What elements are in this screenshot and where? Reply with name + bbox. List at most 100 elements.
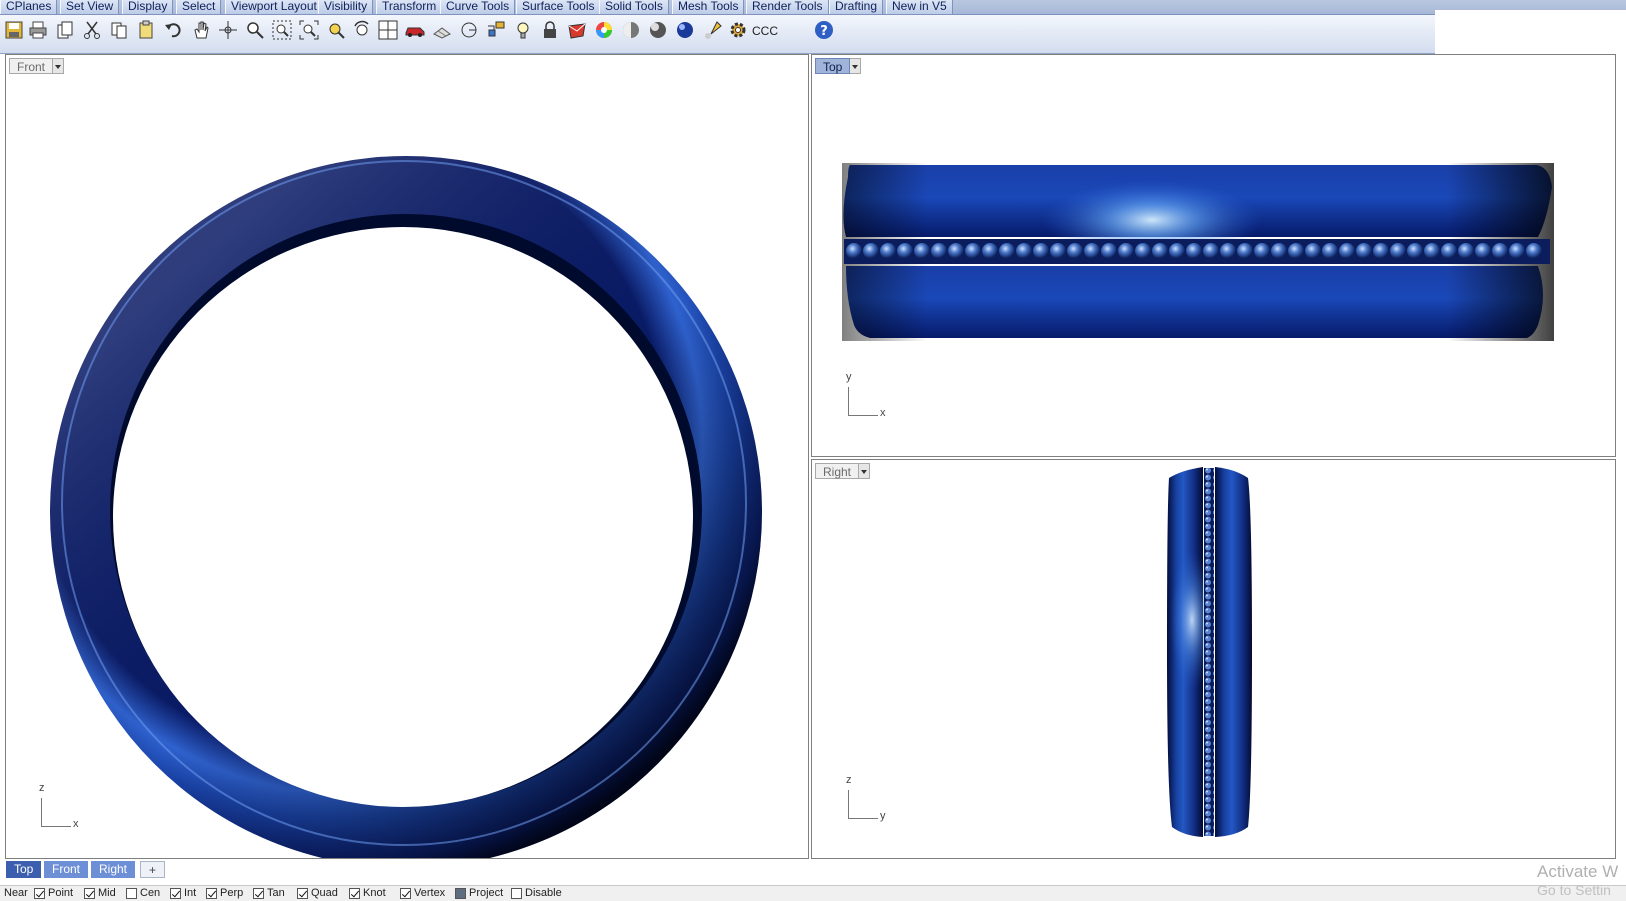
tab-mesh-tools[interactable]: Mesh Tools xyxy=(672,0,745,14)
osnap-quad[interactable]: Quad xyxy=(297,887,338,899)
grid-snap-icon[interactable] xyxy=(484,18,508,42)
viewport-tab-right[interactable]: Right xyxy=(91,861,136,878)
ribbon-tab-bar: CPlanes Set View Display Select Viewport… xyxy=(0,0,1626,15)
tab-transform[interactable]: Transform xyxy=(376,0,443,14)
osnap-tan[interactable]: Tan xyxy=(253,887,285,899)
osnap-tan-label: Tan xyxy=(267,887,285,899)
pan-hand-icon[interactable] xyxy=(189,18,213,42)
copy-icon[interactable] xyxy=(107,18,131,42)
tab-cplanes[interactable]: CPlanes xyxy=(0,0,58,14)
ring-top-view xyxy=(842,163,1554,341)
lock-icon[interactable] xyxy=(538,18,562,42)
osnap-disable[interactable]: Disable xyxy=(511,887,562,899)
osnap-knot[interactable]: Knot xyxy=(349,887,386,899)
rotate-view-icon[interactable] xyxy=(216,18,240,42)
tab-curve-tools[interactable]: Curve Tools xyxy=(440,0,516,14)
osnap-project[interactable]: Project xyxy=(455,887,503,899)
ring-right-view xyxy=(1167,467,1252,837)
spotlight-icon[interactable] xyxy=(701,18,725,42)
viewport-tab-front[interactable]: Front xyxy=(44,861,89,878)
mesh-render-icon[interactable] xyxy=(430,18,454,42)
axis-label-y: y xyxy=(880,810,886,822)
render-sphere-icon[interactable] xyxy=(673,18,697,42)
axis-label-x: x xyxy=(73,818,79,830)
car-icon[interactable] xyxy=(403,18,427,42)
osnap-perp-checkbox[interactable] xyxy=(206,887,217,899)
tab-visibility[interactable]: Visibility xyxy=(318,0,374,14)
tab-solid-tools[interactable]: Solid Tools xyxy=(599,0,669,14)
copy-doc-icon[interactable] xyxy=(53,18,77,42)
print-icon[interactable] xyxy=(26,18,50,42)
tab-display[interactable]: Display xyxy=(122,0,174,14)
save-icon[interactable] xyxy=(2,18,26,42)
osnap-cen[interactable]: Cen xyxy=(126,887,160,899)
tab-select[interactable]: Select xyxy=(176,0,222,14)
osnap-point-label: Point xyxy=(48,887,74,899)
zoom-window-icon[interactable] xyxy=(270,18,294,42)
axis-widget-top: y x xyxy=(846,371,886,419)
zoom-selected-icon[interactable] xyxy=(324,18,348,42)
undo-view-icon[interactable] xyxy=(350,18,374,42)
tab-new-in-v5[interactable]: New in V5 xyxy=(886,0,953,14)
osnap-mid-label: Mid xyxy=(98,887,116,899)
undo-icon[interactable] xyxy=(162,18,186,42)
osnap-cen-label: Cen xyxy=(140,887,161,899)
axis-widget-front: z x xyxy=(39,782,79,830)
tab-set-view[interactable]: Set View xyxy=(60,0,120,14)
viewport-right[interactable]: Right z y xyxy=(811,459,1616,859)
four-viewports-icon[interactable] xyxy=(376,18,400,42)
activation-watermark-sub: Go to Settin xyxy=(1537,882,1611,898)
ghosted-icon[interactable] xyxy=(646,18,670,42)
paste-icon[interactable] xyxy=(134,18,158,42)
osnap-knot-checkbox[interactable] xyxy=(349,887,360,899)
osnap-mid-checkbox[interactable] xyxy=(84,887,95,899)
axis-widget-right: z y xyxy=(846,774,886,822)
osnap-disable-label: Disable xyxy=(525,887,562,899)
zoom-dynamic-icon[interactable] xyxy=(243,18,267,42)
axis-label-z: z xyxy=(846,774,852,786)
tab-viewport-layout[interactable]: Viewport Layout xyxy=(225,0,323,14)
osnap-bar: Near Point Mid Cen Int Perp Tan Quad Kno… xyxy=(0,885,1626,901)
osnap-int-label: Int xyxy=(184,887,197,899)
osnap-vertex-label: Vertex xyxy=(414,887,446,899)
osnap-vertex[interactable]: Vertex xyxy=(400,887,445,899)
ccc-button[interactable]: CCC xyxy=(752,19,778,43)
ring-front-view xyxy=(50,156,762,858)
osnap-vertex-checkbox[interactable] xyxy=(400,887,411,899)
viewport-front[interactable]: Front z x xyxy=(5,54,809,859)
light-icon[interactable] xyxy=(511,18,535,42)
settings-gear-icon[interactable] xyxy=(726,18,750,42)
osnap-tan-checkbox[interactable] xyxy=(253,887,264,899)
color-wheel-icon[interactable] xyxy=(592,18,616,42)
activation-watermark: Activate W xyxy=(1537,862,1619,881)
add-viewport-tab-button[interactable]: + xyxy=(140,861,166,878)
viewport-top[interactable]: Top y x xyxy=(811,54,1616,457)
viewport-tab-bar: Top Front Right + xyxy=(0,859,1626,881)
tab-drafting[interactable]: Drafting xyxy=(829,0,884,14)
axis-label-x: x xyxy=(880,407,886,419)
blank-panel xyxy=(1435,10,1626,54)
osnap-int[interactable]: Int xyxy=(170,887,196,899)
shade-icon[interactable] xyxy=(619,18,643,42)
osnap-int-checkbox[interactable] xyxy=(170,887,181,899)
viewport-tab-top[interactable]: Top xyxy=(6,861,42,878)
tab-render-tools[interactable]: Render Tools xyxy=(746,0,829,14)
osnap-quad-checkbox[interactable] xyxy=(297,887,308,899)
zoom-extents-icon[interactable] xyxy=(297,18,321,42)
bead-row xyxy=(846,243,1542,259)
osnap-point-checkbox[interactable] xyxy=(34,887,45,899)
tab-surface-tools[interactable]: Surface Tools xyxy=(516,0,601,14)
osnap-disable-checkbox[interactable] xyxy=(511,887,522,899)
osnap-near[interactable]: Near xyxy=(4,887,28,899)
osnap-cen-checkbox[interactable] xyxy=(126,887,137,899)
osnap-point[interactable]: Point xyxy=(34,887,73,899)
cut-icon[interactable] xyxy=(80,18,104,42)
osnap-mid[interactable]: Mid xyxy=(84,887,116,899)
material-icon[interactable] xyxy=(565,18,589,42)
help-icon[interactable]: ? xyxy=(812,18,836,42)
osnap-perp[interactable]: Perp xyxy=(206,887,243,899)
osnap-project-label: Project xyxy=(469,887,504,899)
osnap-near-label: Near xyxy=(4,887,28,899)
ellipse-icon[interactable] xyxy=(457,18,481,42)
osnap-project-checkbox[interactable] xyxy=(455,887,466,899)
